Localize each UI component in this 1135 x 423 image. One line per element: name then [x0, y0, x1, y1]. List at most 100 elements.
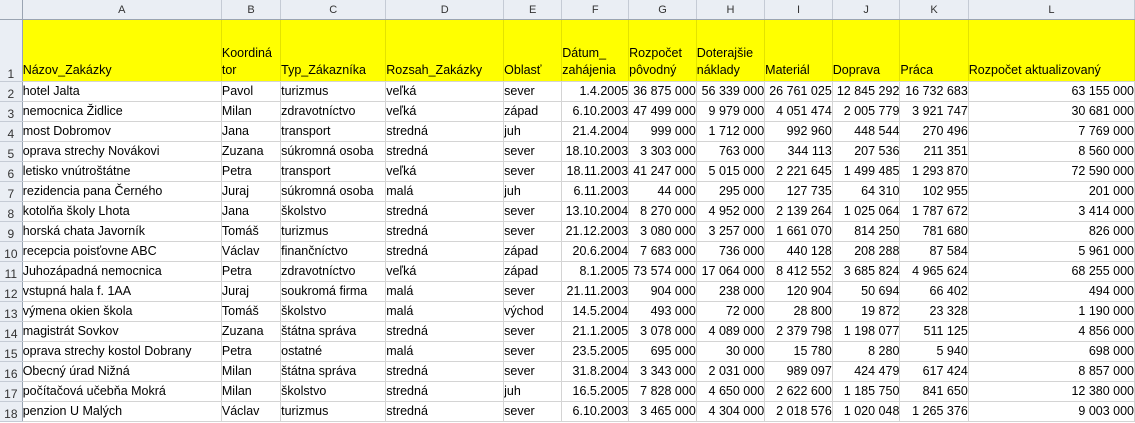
material-cell[interactable]: 15 780 — [764, 341, 833, 362]
project-name-cell[interactable]: most Dobromov — [22, 121, 222, 142]
start-date-cell[interactable]: 21.11.2003 — [561, 281, 630, 302]
project-name-cell[interactable]: letisko vnútroštátne — [22, 161, 222, 182]
updated-budget-cell[interactable]: 68 255 000 — [968, 261, 1135, 282]
customer-type-cell[interactable]: ostatné — [280, 341, 387, 362]
material-cell[interactable]: 2 379 798 — [764, 321, 833, 342]
start-date-cell[interactable]: 13.10.2004 — [561, 201, 630, 222]
original-budget-cell[interactable]: 3 343 000 — [628, 361, 697, 382]
original-budget-cell[interactable]: 999 000 — [628, 121, 697, 142]
header-cell-rozpocet-povodny[interactable]: Rozpočet pôvodný — [628, 19, 697, 82]
project-name-cell[interactable]: oprava strechy Novákovi — [22, 141, 222, 162]
header-cell-rozpocet-aktualizovany[interactable]: Rozpočet aktualizovaný — [968, 19, 1135, 82]
original-budget-cell[interactable]: 7 828 000 — [628, 381, 697, 402]
row-number[interactable]: 2 — [0, 81, 23, 102]
region-cell[interactable]: sever — [503, 81, 563, 102]
original-budget-cell[interactable]: 7 683 000 — [628, 241, 697, 262]
transport-cell[interactable]: 1 025 064 — [832, 201, 901, 222]
coordinator-cell[interactable]: Jana — [221, 201, 282, 222]
coordinator-cell[interactable]: Petra — [221, 161, 282, 182]
updated-budget-cell[interactable]: 72 590 000 — [968, 161, 1135, 182]
row-number[interactable]: 11 — [0, 261, 23, 282]
transport-cell[interactable]: 8 280 — [832, 341, 901, 362]
coordinator-cell[interactable]: Zuzana — [221, 321, 282, 342]
updated-budget-cell[interactable]: 3 414 000 — [968, 201, 1135, 222]
region-cell[interactable]: západ — [503, 101, 563, 122]
scope-cell[interactable]: stredná — [385, 141, 505, 162]
row-number[interactable]: 18 — [0, 401, 23, 422]
project-name-cell[interactable]: rezidencia pana Černého — [22, 181, 222, 202]
customer-type-cell[interactable]: zdravotníctvo — [280, 261, 387, 282]
transport-cell[interactable]: 64 310 — [832, 181, 901, 202]
transport-cell[interactable]: 19 872 — [832, 301, 901, 322]
customer-type-cell[interactable]: finančníctvo — [280, 241, 387, 262]
costs-to-date-cell[interactable]: 56 339 000 — [696, 81, 766, 102]
coordinator-cell[interactable]: Juraj — [221, 281, 282, 302]
project-name-cell[interactable]: oprava strechy kostol Dobrany — [22, 341, 222, 362]
customer-type-cell[interactable]: súkromná osoba — [280, 181, 387, 202]
project-name-cell[interactable]: horská chata Javorník — [22, 221, 222, 242]
scope-cell[interactable]: malá — [385, 301, 505, 322]
scope-cell[interactable]: veľká — [385, 81, 505, 102]
material-cell[interactable]: 8 412 552 — [764, 261, 833, 282]
project-name-cell[interactable]: hotel Jalta — [22, 81, 222, 102]
labor-cell[interactable]: 87 584 — [899, 241, 969, 262]
row-number[interactable]: 4 — [0, 121, 23, 142]
header-cell-oblast[interactable]: Oblasť — [503, 19, 563, 82]
costs-to-date-cell[interactable]: 4 650 000 — [696, 381, 766, 402]
header-cell-doterajsie-naklady[interactable]: Doterajšie náklady — [696, 19, 766, 82]
labor-cell[interactable]: 23 328 — [899, 301, 969, 322]
material-cell[interactable]: 4 051 474 — [764, 101, 833, 122]
updated-budget-cell[interactable]: 8 560 000 — [968, 141, 1135, 162]
updated-budget-cell[interactable]: 698 000 — [968, 341, 1135, 362]
scope-cell[interactable]: malá — [385, 341, 505, 362]
updated-budget-cell[interactable]: 8 857 000 — [968, 361, 1135, 382]
region-cell[interactable]: sever — [503, 221, 563, 242]
scope-cell[interactable]: malá — [385, 181, 505, 202]
labor-cell[interactable]: 1 787 672 — [899, 201, 969, 222]
scope-cell[interactable]: stredná — [385, 401, 505, 422]
updated-budget-cell[interactable]: 5 961 000 — [968, 241, 1135, 262]
column-header-k[interactable]: K — [899, 0, 969, 20]
material-cell[interactable]: 26 761 025 — [764, 81, 833, 102]
labor-cell[interactable]: 3 921 747 — [899, 101, 969, 122]
region-cell[interactable]: sever — [503, 141, 563, 162]
labor-cell[interactable]: 102 955 — [899, 181, 969, 202]
column-header-f[interactable]: F — [561, 0, 630, 20]
header-cell-material[interactable]: Materiál — [764, 19, 833, 82]
original-budget-cell[interactable]: 695 000 — [628, 341, 697, 362]
scope-cell[interactable]: stredná — [385, 201, 505, 222]
transport-cell[interactable]: 207 536 — [832, 141, 901, 162]
project-name-cell[interactable]: nemocnica Židlice — [22, 101, 222, 122]
costs-to-date-cell[interactable]: 9 979 000 — [696, 101, 766, 122]
costs-to-date-cell[interactable]: 1 712 000 — [696, 121, 766, 142]
material-cell[interactable]: 1 661 070 — [764, 221, 833, 242]
customer-type-cell[interactable]: turizmus — [280, 221, 387, 242]
start-date-cell[interactable]: 6.10.2003 — [561, 401, 630, 422]
transport-cell[interactable]: 1 020 048 — [832, 401, 901, 422]
original-budget-cell[interactable]: 41 247 000 — [628, 161, 697, 182]
original-budget-cell[interactable]: 3 080 000 — [628, 221, 697, 242]
project-name-cell[interactable]: počítačová učebňa Mokrá — [22, 381, 222, 402]
coordinator-cell[interactable]: Tomáš — [221, 301, 282, 322]
region-cell[interactable]: sever — [503, 201, 563, 222]
header-cell-nazov-zakazky[interactable]: Názov_Zakázky — [22, 19, 222, 82]
header-cell-praca[interactable]: Práca — [899, 19, 969, 82]
costs-to-date-cell[interactable]: 72 000 — [696, 301, 766, 322]
costs-to-date-cell[interactable]: 4 089 000 — [696, 321, 766, 342]
updated-budget-cell[interactable]: 63 155 000 — [968, 81, 1135, 102]
original-budget-cell[interactable]: 3 078 000 — [628, 321, 697, 342]
start-date-cell[interactable]: 31.8.2004 — [561, 361, 630, 382]
labor-cell[interactable]: 66 402 — [899, 281, 969, 302]
original-budget-cell[interactable]: 8 270 000 — [628, 201, 697, 222]
start-date-cell[interactable]: 21.4.2004 — [561, 121, 630, 142]
customer-type-cell[interactable]: súkromná osoba — [280, 141, 387, 162]
coordinator-cell[interactable]: Milan — [221, 361, 282, 382]
original-budget-cell[interactable]: 44 000 — [628, 181, 697, 202]
updated-budget-cell[interactable]: 7 769 000 — [968, 121, 1135, 142]
row-number[interactable]: 3 — [0, 101, 23, 122]
customer-type-cell[interactable]: turizmus — [280, 81, 387, 102]
costs-to-date-cell[interactable]: 295 000 — [696, 181, 766, 202]
scope-cell[interactable]: malá — [385, 281, 505, 302]
start-date-cell[interactable]: 6.11.2003 — [561, 181, 630, 202]
start-date-cell[interactable]: 18.11.2003 — [561, 161, 630, 182]
